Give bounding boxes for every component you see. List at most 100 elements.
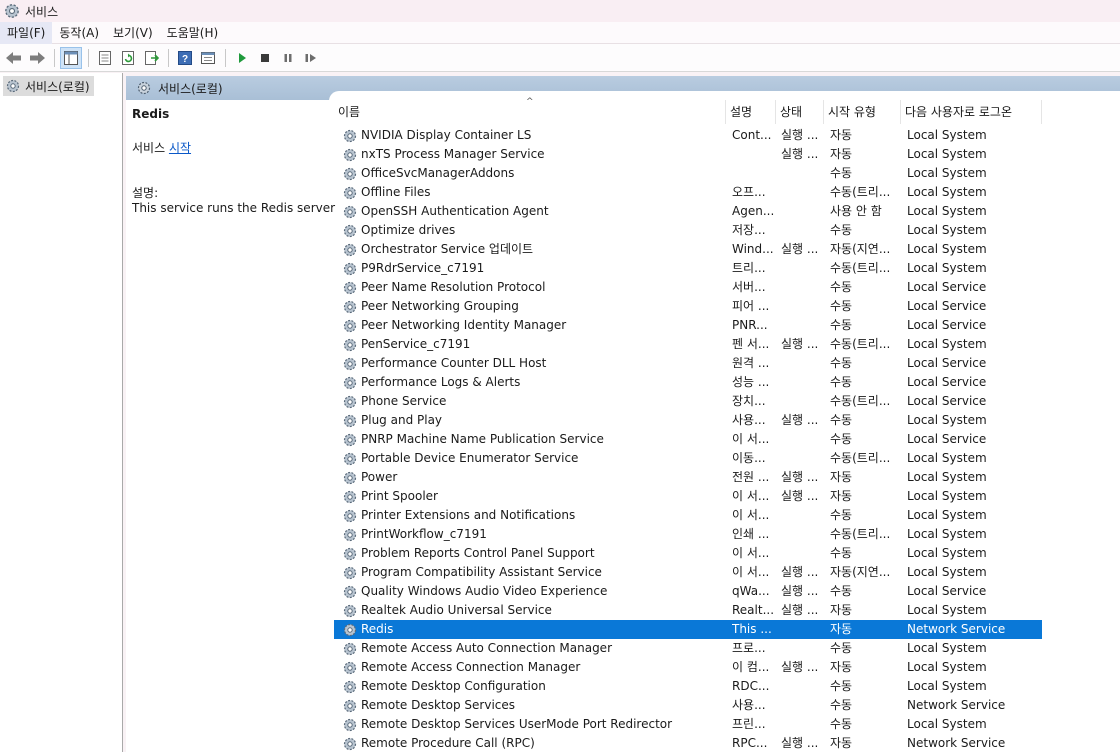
service-row[interactable]: Redis This ... 자동 Network Service — [334, 620, 1042, 639]
properties-icon — [99, 50, 111, 65]
service-status — [781, 221, 823, 240]
menu-action[interactable]: 동작(A) — [52, 22, 106, 44]
service-row[interactable]: Remote Access Auto Connection Manager 프로.… — [334, 639, 1042, 658]
service-name: Realtek Audio Universal Service — [361, 603, 552, 617]
forward-icon — [30, 51, 45, 64]
service-row[interactable]: OpenSSH Authentication Agent Agen... 사용 안 … — [334, 202, 1042, 221]
service-name: Quality Windows Audio Video Experience — [361, 584, 608, 598]
restart-icon — [305, 53, 316, 62]
show-hide-tree-button[interactable] — [60, 46, 82, 69]
service-row[interactable]: Phone Service 장치... 수동(트리... Local Service — [334, 392, 1042, 411]
back-button[interactable] — [3, 47, 25, 69]
service-startup-type: 자동(지연... — [830, 565, 891, 579]
column-header-status[interactable]: 상태 — [776, 100, 824, 124]
service-description: RDC... — [732, 679, 770, 693]
service-row[interactable]: Remote Desktop Services UserMode Port Re… — [334, 715, 1042, 734]
service-gear-icon — [343, 281, 357, 295]
column-header-startup-type[interactable]: 시작 유형 — [824, 100, 901, 124]
service-row[interactable]: NVIDIA Display Container LS Cont... 실행 ...… — [334, 126, 1042, 145]
service-row[interactable]: Portable Device Enumerator Service 이동... 수… — [334, 449, 1042, 468]
service-row[interactable]: Printer Extensions and Notifications 이 서.… — [334, 506, 1042, 525]
service-logon-as: Local System — [907, 508, 987, 522]
refresh-button[interactable] — [117, 47, 139, 69]
service-status — [781, 392, 823, 411]
service-logon-as: Local Service — [907, 432, 987, 446]
restart-service-button[interactable] — [300, 47, 322, 69]
service-row[interactable]: Program Compatibility Assistant Service 이… — [334, 563, 1042, 582]
service-logon-as: Local System — [907, 603, 987, 617]
column-header-logon-as[interactable]: 다음 사용자로 로그온 — [901, 100, 1042, 124]
service-logon-as: Local System — [907, 717, 987, 731]
service-status — [781, 259, 823, 278]
service-row[interactable]: PrintWorkflow_c7191 인쇄 ... 수동(트리... Local S… — [334, 525, 1042, 544]
service-row[interactable]: Peer Networking Grouping 피어 ... 수동 Local Se… — [334, 297, 1042, 316]
service-row[interactable]: Remote Desktop Services 사용... 수동 Network Se… — [334, 696, 1042, 715]
column-header-description[interactable]: 설명 — [726, 100, 776, 124]
service-startup-type: 자동 — [830, 470, 853, 484]
service-row[interactable]: Remote Procedure Call (RPC) RPC... 실행 ... 자… — [334, 734, 1042, 752]
service-description: 인쇄 ... — [732, 527, 770, 541]
stop-service-button[interactable] — [254, 47, 276, 69]
service-description: 트리... — [732, 261, 766, 275]
start-service-link[interactable]: 시작 — [169, 141, 191, 155]
service-row[interactable]: Remote Desktop Configuration RDC... 수동 Loca… — [334, 677, 1042, 696]
menu-help[interactable]: 도움말(H) — [160, 22, 226, 44]
pause-service-button[interactable] — [277, 47, 299, 69]
service-row[interactable]: nxTS Process Manager Service 실행 ... 자동 Loca… — [334, 145, 1042, 164]
service-name: Phone Service — [361, 394, 447, 408]
service-row[interactable]: PenService_c7191 펜 서... 실행 ... 수동(트리... Loca… — [334, 335, 1042, 354]
service-description — [732, 164, 776, 183]
service-row[interactable]: Performance Logs & Alerts 성능 ... 수동 Local S… — [334, 373, 1042, 392]
service-gear-icon — [343, 528, 357, 542]
service-row[interactable]: Orchestrator Service 업데이트 Wind... 실행 ... 자동… — [334, 240, 1042, 259]
service-logon-as: Local System — [907, 261, 987, 275]
service-startup-type: 수동(트리... — [830, 261, 891, 275]
service-gear-icon — [343, 490, 357, 504]
service-row[interactable]: Print Spooler 이 서... 실행 ... 자동 Local System — [334, 487, 1042, 506]
service-startup-type: 수동 — [830, 299, 853, 313]
menu-view[interactable]: 보기(V) — [106, 22, 160, 44]
view-button[interactable] — [197, 47, 219, 69]
service-row[interactable]: Remote Access Connection Manager 이 컴... 실행… — [334, 658, 1042, 677]
help-button[interactable]: ? — [174, 47, 196, 69]
service-row[interactable]: Power 전원 ... 실행 ... 자동 Local System — [334, 468, 1042, 487]
service-row[interactable]: Performance Counter DLL Host 원격 ... 수동 Loca… — [334, 354, 1042, 373]
service-row[interactable]: Plug and Play 사용... 실행 ... 수동 Local System — [334, 411, 1042, 430]
service-status: 실행 ... — [781, 565, 819, 579]
forward-button[interactable] — [26, 47, 48, 69]
service-row[interactable]: Peer Name Resolution Protocol 서버... 수동 Loca… — [334, 278, 1042, 297]
service-status: 실행 ... — [781, 603, 819, 617]
start-service-button[interactable] — [231, 47, 253, 69]
menu-file[interactable]: 파일(F) — [0, 21, 53, 44]
service-row[interactable]: Quality Windows Audio Video Experience qW… — [334, 582, 1042, 601]
tree-node-services-local[interactable]: 서비스(로컬) — [3, 76, 94, 96]
service-row[interactable]: Optimize drives 저장... 수동 Local System — [334, 221, 1042, 240]
service-name: Remote Desktop Services UserMode Port Re… — [361, 717, 673, 731]
service-row[interactable]: Peer Networking Identity Manager PNR... 수동… — [334, 316, 1042, 335]
service-status: 실행 ... — [781, 337, 819, 351]
service-logon-as: Local System — [907, 641, 987, 655]
service-gear-icon — [343, 680, 357, 694]
service-row[interactable]: PNRP Machine Name Publication Service 이 서… — [334, 430, 1042, 449]
service-rows: NVIDIA Display Container LS Cont... 실행 ...… — [334, 126, 1042, 752]
export-list-button[interactable] — [140, 47, 162, 69]
service-name: Power — [361, 470, 398, 484]
service-row[interactable]: Problem Reports Control Panel Support 이 서… — [334, 544, 1042, 563]
service-logon-as: Local System — [907, 413, 987, 427]
service-logon-as: Local Service — [907, 318, 987, 332]
service-status — [781, 354, 823, 373]
service-gear-icon — [343, 262, 357, 276]
service-row[interactable]: Realtek Audio Universal Service Realt... 실… — [334, 601, 1042, 620]
service-name: NVIDIA Display Container LS — [361, 128, 532, 142]
service-row[interactable]: Offline Files 오프... 수동(트리... Local System — [334, 183, 1042, 202]
service-description: 이동... — [732, 451, 766, 465]
service-gear-icon — [343, 547, 357, 561]
service-description: This ... — [732, 622, 772, 636]
service-name: Remote Desktop Configuration — [361, 679, 546, 693]
service-name: PenService_c7191 — [361, 337, 471, 351]
toolbar: ? — [0, 44, 1120, 72]
service-row[interactable]: P9RdrService_c7191 트리... 수동(트리... Local Sys… — [334, 259, 1042, 278]
properties-button[interactable] — [94, 47, 116, 69]
service-row[interactable]: OfficeSvcManagerAddons 수동 Local System — [334, 164, 1042, 183]
service-startup-type: 수동(트리... — [830, 451, 891, 465]
